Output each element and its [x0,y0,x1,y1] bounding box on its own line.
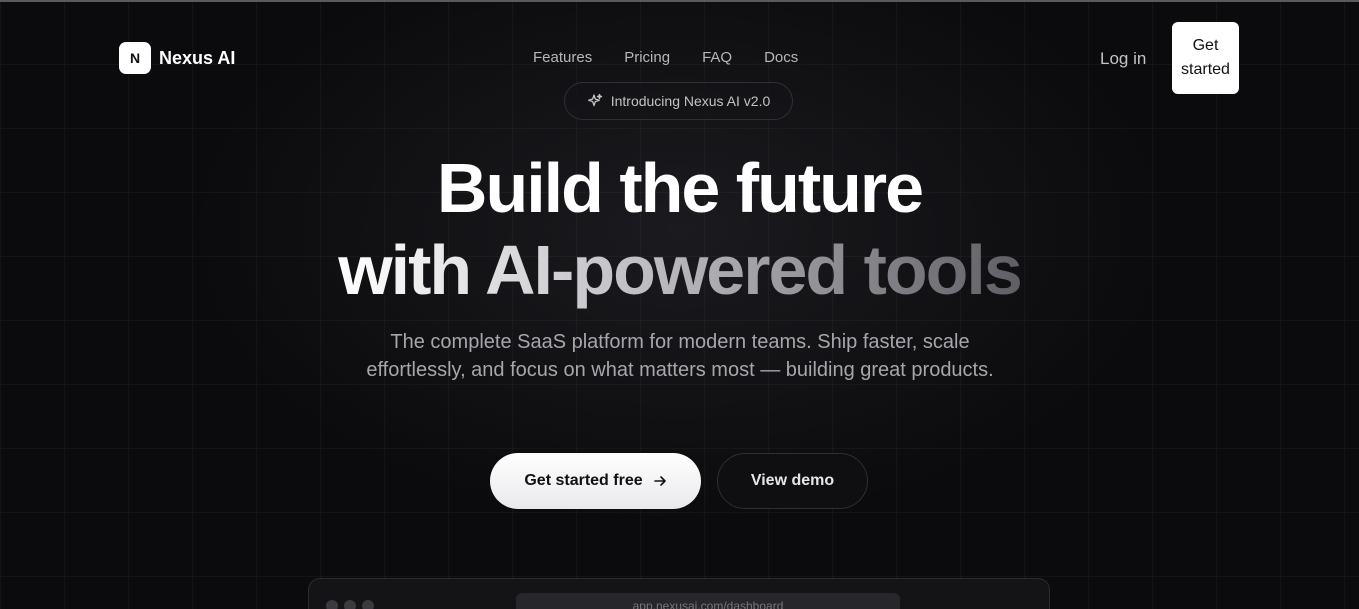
nav-link-docs[interactable]: Docs [764,49,798,66]
get-started-free-button[interactable]: Get started free [490,453,701,509]
view-demo-button[interactable]: View demo [717,453,868,509]
hero-subtitle: The complete SaaS platform for modern te… [366,331,994,381]
window-top-border [0,0,1359,2]
landing-page: N Nexus AI Features Pricing FAQ Docs Log… [0,0,1359,609]
badge-text: Introducing Nexus AI v2.0 [610,93,771,109]
announcement-badge[interactable]: Introducing Nexus AI v2.0 [564,82,793,120]
preview-url-bar: app.nexusai.com/dashboard [516,593,900,609]
window-dot-icon [362,600,374,609]
dashboard-preview-window: app.nexusai.com/dashboard [308,578,1050,609]
get-started-free-label: Get started free [524,472,643,489]
logo-mark-icon: N [119,42,151,74]
window-controls [326,600,374,609]
sparkles-icon [587,93,602,107]
main-nav: Features Pricing FAQ Docs [533,49,798,66]
window-dot-icon [344,600,356,609]
hero-title-line-1: Build the future [436,149,924,227]
nav-link-faq[interactable]: FAQ [702,49,732,66]
brand-logo[interactable]: N Nexus AI [119,42,235,74]
arrow-right-icon [653,476,666,486]
nav-link-pricing[interactable]: Pricing [624,49,670,66]
hero-title-gradient-text: with AI-powered tools [338,231,1023,309]
window-dot-icon [326,600,338,609]
login-link[interactable]: Log in [1100,49,1146,69]
brand-name: Nexus AI [159,47,236,68]
hero-title-line-2: with AI-powered tools [0,230,1359,310]
nav-link-features[interactable]: Features [533,49,592,66]
get-started-button[interactable]: Get started [1172,22,1239,94]
